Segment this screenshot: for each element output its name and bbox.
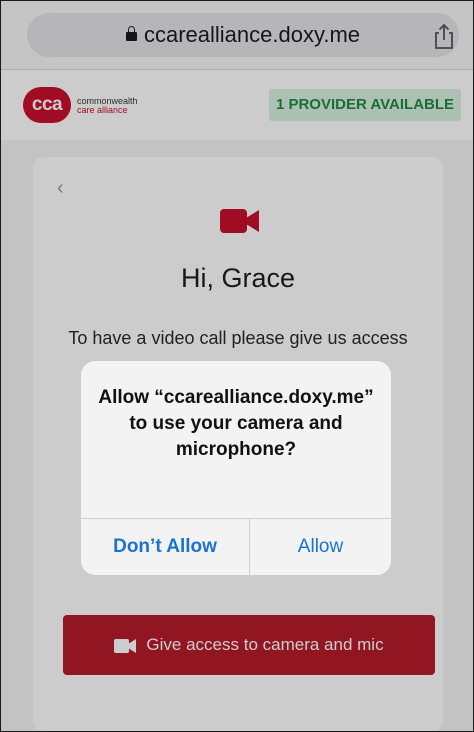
dont-allow-button[interactable]: Don’t Allow — [81, 519, 249, 575]
allow-button[interactable]: Allow — [250, 519, 391, 575]
permission-dialog: Allow “ccarealliance.doxy.me” to use you… — [81, 361, 391, 575]
phone-screen: ccarealliance.doxy.me cca commonwealth c… — [0, 0, 474, 732]
permission-message: Allow “ccarealliance.doxy.me” to use you… — [98, 387, 374, 460]
